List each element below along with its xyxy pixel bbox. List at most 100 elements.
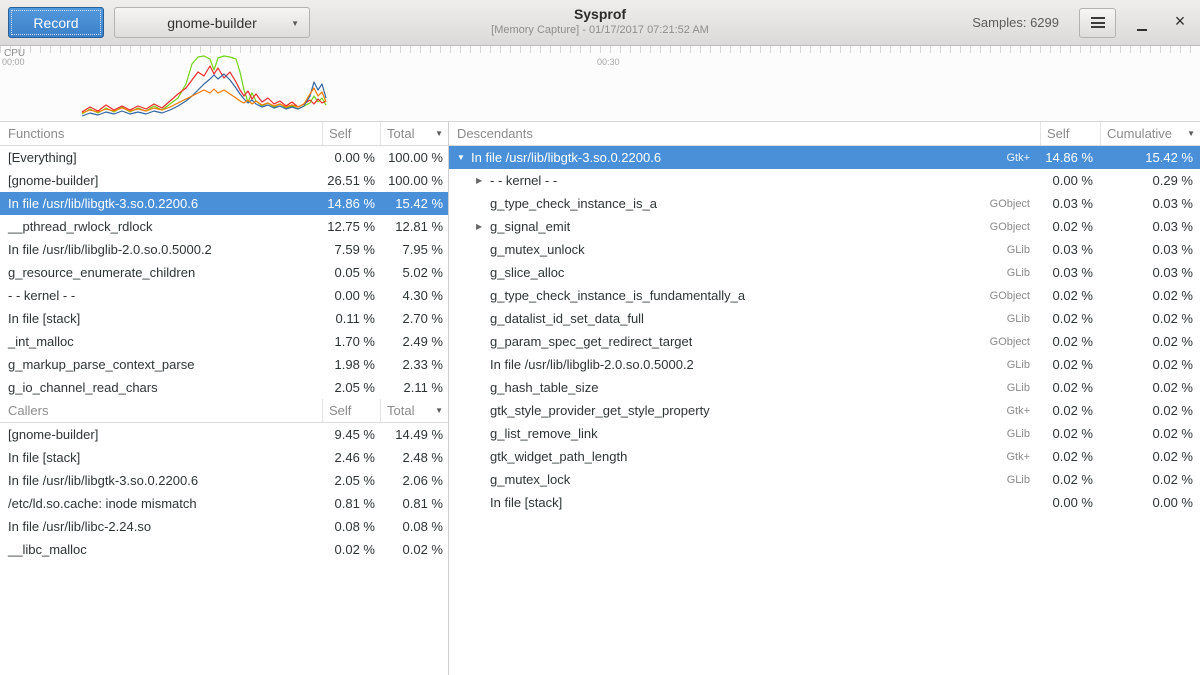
- descendants-row[interactable]: gtk_widget_path_lengthGtk+0.02 %0.02 %: [449, 445, 1200, 468]
- functions-row[interactable]: In file /usr/lib/libglib-2.0.so.0.5000.2…: [0, 238, 448, 261]
- cumulative-value: 0.02 %: [1100, 426, 1200, 441]
- total-value: 2.70 %: [380, 311, 448, 326]
- functions-row[interactable]: [Everything]0.00 %100.00 %: [0, 146, 448, 169]
- column-total[interactable]: Total ▼: [380, 399, 448, 422]
- descendant-name: g_mutex_lock: [490, 472, 570, 487]
- descendants-row[interactable]: g_param_spec_get_redirect_targetGObject0…: [449, 330, 1200, 353]
- expander-icon[interactable]: ▶: [476, 222, 490, 231]
- functions-row[interactable]: [gnome-builder]26.51 %100.00 %: [0, 169, 448, 192]
- library-label: GLib: [1007, 244, 1040, 256]
- total-value: 0.81 %: [380, 496, 448, 511]
- column-callers[interactable]: Callers: [0, 399, 322, 422]
- self-value: 0.03 %: [1040, 242, 1100, 257]
- descendants-row[interactable]: g_mutex_unlockGLib0.03 %0.03 %: [449, 238, 1200, 261]
- function-name: - - kernel - -: [0, 288, 322, 303]
- descendant-name: In file /usr/lib/libglib-2.0.so.0.5000.2: [490, 357, 694, 372]
- total-value: 7.95 %: [380, 242, 448, 257]
- callers-row[interactable]: In file /usr/lib/libgtk-3.so.0.2200.6 2.0…: [0, 469, 448, 492]
- function-name: In file /usr/lib/libglib-2.0.so.0.5000.2: [0, 242, 322, 257]
- total-value: 12.81 %: [380, 219, 448, 234]
- functions-row[interactable]: _int_malloc1.70 %2.49 %: [0, 330, 448, 353]
- cumulative-value: 15.42 %: [1100, 150, 1200, 165]
- descendant-name: g_type_check_instance_is_fundamentally_a: [490, 288, 745, 303]
- functions-row[interactable]: - - kernel - -0.00 %4.30 %: [0, 284, 448, 307]
- column-cumulative[interactable]: Cumulative ▼: [1100, 122, 1200, 145]
- total-value: 0.08 %: [380, 519, 448, 534]
- process-selector-label: gnome-builder: [167, 15, 257, 31]
- descendant-name: g_param_spec_get_redirect_target: [490, 334, 692, 349]
- descendants-row[interactable]: In file /usr/lib/libglib-2.0.so.0.5000.2…: [449, 353, 1200, 376]
- column-total[interactable]: Total ▼: [380, 122, 448, 145]
- app-title: Sysprof: [491, 6, 709, 22]
- descendant-name: g_hash_table_size: [490, 380, 598, 395]
- library-label: GObject: [990, 221, 1040, 233]
- descendants-row[interactable]: g_list_remove_linkGLib0.02 %0.02 %: [449, 422, 1200, 445]
- descendants-row[interactable]: g_hash_table_sizeGLib0.02 %0.02 %: [449, 376, 1200, 399]
- function-name: In file [stack]: [0, 311, 322, 326]
- total-value: 2.06 %: [380, 473, 448, 488]
- self-value: 14.86 %: [1040, 150, 1100, 165]
- cumulative-value: 0.02 %: [1100, 357, 1200, 372]
- right-panel: Descendants Self Cumulative ▼ ▼In file /…: [449, 122, 1200, 675]
- column-self[interactable]: Self: [322, 399, 380, 422]
- callers-row[interactable]: __libc_malloc0.02 %0.02 %: [0, 538, 448, 561]
- process-selector[interactable]: gnome-builder ▼: [114, 7, 310, 38]
- self-value: 14.86 %: [322, 196, 380, 211]
- descendant-name: In file /usr/lib/libgtk-3.so.0.2200.6: [471, 150, 661, 165]
- self-value: 2.05 %: [322, 380, 380, 395]
- descendants-row[interactable]: g_slice_allocGLib0.03 %0.03 %: [449, 261, 1200, 284]
- close-button[interactable]: ×: [1168, 8, 1192, 38]
- descendants-row[interactable]: ▶g_signal_emitGObject0.02 %0.03 %: [449, 215, 1200, 238]
- column-self[interactable]: Self: [322, 122, 380, 145]
- descendant-name-cell: g_mutex_lockGLib: [449, 472, 1040, 487]
- record-button[interactable]: Record: [8, 7, 104, 38]
- expander-icon[interactable]: ▼: [457, 153, 471, 162]
- descendants-row[interactable]: ▼In file /usr/lib/libgtk-3.so.0.2200.6Gt…: [449, 146, 1200, 169]
- column-self[interactable]: Self: [1040, 122, 1100, 145]
- function-name: In file /usr/lib/libgtk-3.so.0.2200.6: [0, 196, 322, 211]
- library-label: GObject: [990, 336, 1040, 348]
- cumulative-value: 0.03 %: [1100, 242, 1200, 257]
- functions-row[interactable]: g_resource_enumerate_children0.05 %5.02 …: [0, 261, 448, 284]
- functions-row[interactable]: g_markup_parse_context_parse1.98 %2.33 %: [0, 353, 448, 376]
- menu-button[interactable]: [1079, 8, 1116, 38]
- column-total-label: Total: [387, 126, 414, 141]
- callers-row[interactable]: /etc/ld.so.cache: inode mismatch0.81 %0.…: [0, 492, 448, 515]
- function-name: [gnome-builder]: [0, 427, 322, 442]
- column-descendants[interactable]: Descendants: [449, 122, 1040, 145]
- self-value: 0.02 %: [1040, 449, 1100, 464]
- descendants-row[interactable]: g_mutex_lockGLib0.02 %0.02 %: [449, 468, 1200, 491]
- descendants-row[interactable]: ▶- - kernel - -0.00 %0.29 %: [449, 169, 1200, 192]
- descendants-row[interactable]: g_type_check_instance_is_fundamentally_a…: [449, 284, 1200, 307]
- expander-icon[interactable]: ▶: [476, 176, 490, 185]
- descendant-name: gtk_widget_path_length: [490, 449, 627, 464]
- descendants-row[interactable]: g_type_check_instance_is_aGObject0.03 %0…: [449, 192, 1200, 215]
- descendant-name-cell: g_type_check_instance_is_fundamentally_a…: [449, 288, 1040, 303]
- cpu-graph[interactable]: CPU 00:0000:30: [0, 46, 1200, 122]
- column-functions[interactable]: Functions: [0, 122, 322, 145]
- functions-row[interactable]: In file [stack]0.11 %2.70 %: [0, 307, 448, 330]
- self-value: 1.70 %: [322, 334, 380, 349]
- self-value: 0.02 %: [1040, 288, 1100, 303]
- descendants-row[interactable]: In file [stack]0.00 %0.00 %: [449, 491, 1200, 514]
- callers-row[interactable]: [gnome-builder]9.45 %14.49 %: [0, 423, 448, 446]
- descendant-name-cell: In file /usr/lib/libglib-2.0.so.0.5000.2…: [449, 357, 1040, 372]
- cumulative-value: 0.02 %: [1100, 288, 1200, 303]
- function-name: g_resource_enumerate_children: [0, 265, 322, 280]
- functions-row[interactable]: In file /usr/lib/libgtk-3.so.0.2200.614.…: [0, 192, 448, 215]
- self-value: 0.81 %: [322, 496, 380, 511]
- callers-row[interactable]: In file /usr/lib/libc-2.24.so0.08 %0.08 …: [0, 515, 448, 538]
- library-label: GLib: [1007, 267, 1040, 279]
- descendants-row[interactable]: g_datalist_id_set_data_fullGLib0.02 %0.0…: [449, 307, 1200, 330]
- total-value: 15.42 %: [380, 196, 448, 211]
- callers-row[interactable]: In file [stack]2.46 %2.48 %: [0, 446, 448, 469]
- function-name: In file /usr/lib/libgtk-3.so.0.2200.6: [0, 473, 322, 488]
- functions-row[interactable]: __pthread_rwlock_rdlock12.75 %12.81 %: [0, 215, 448, 238]
- functions-header: Functions Self Total ▼: [0, 122, 448, 146]
- self-value: 0.02 %: [322, 542, 380, 557]
- cpu-line-orange: [82, 88, 326, 113]
- minimize-button[interactable]: [1130, 8, 1154, 38]
- descendants-row[interactable]: gtk_style_provider_get_style_propertyGtk…: [449, 399, 1200, 422]
- functions-row[interactable]: g_io_channel_read_chars2.05 %2.11 %: [0, 376, 448, 399]
- function-name: __pthread_rwlock_rdlock: [0, 219, 322, 234]
